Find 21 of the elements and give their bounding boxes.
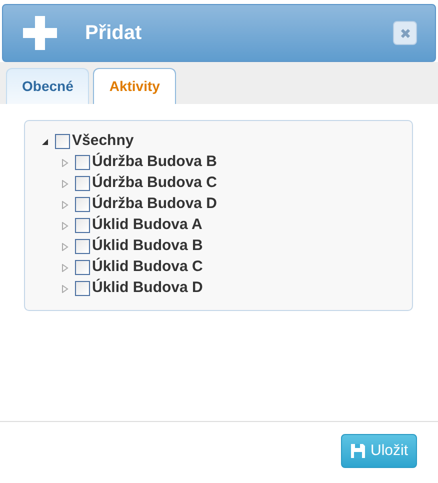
tree-item-label[interactable]: Úklid Budova C — [92, 256, 203, 279]
checkbox[interactable] — [75, 218, 90, 233]
tree-item-label[interactable]: Údržba Budova B — [92, 151, 218, 174]
checkbox[interactable] — [75, 176, 90, 191]
tree-item-label[interactable]: Úklid Budova B — [92, 235, 203, 258]
tree-item-label[interactable]: Úklid Budova D — [92, 277, 203, 300]
checkbox[interactable] — [75, 155, 90, 170]
tree-item-label[interactable]: Všechny — [72, 130, 134, 153]
close-icon — [400, 28, 410, 38]
checkbox[interactable] — [75, 260, 90, 275]
tree-item-label[interactable]: Úklid Budova A — [92, 214, 202, 237]
checkbox[interactable] — [75, 239, 90, 254]
tree-item-label[interactable]: Údržba Budova D — [92, 193, 218, 216]
checkbox[interactable] — [75, 281, 90, 296]
tree-item-label[interactable]: Údržba Budova C — [92, 172, 218, 195]
tab[interactable]: Obecné — [6, 68, 90, 104]
checkbox[interactable] — [55, 134, 70, 149]
checkbox[interactable] — [75, 197, 90, 212]
expanded-triangle-icon[interactable] — [41, 138, 49, 146]
dialog-title: Přidat — [85, 21, 142, 46]
plus-icon — [21, 14, 59, 52]
